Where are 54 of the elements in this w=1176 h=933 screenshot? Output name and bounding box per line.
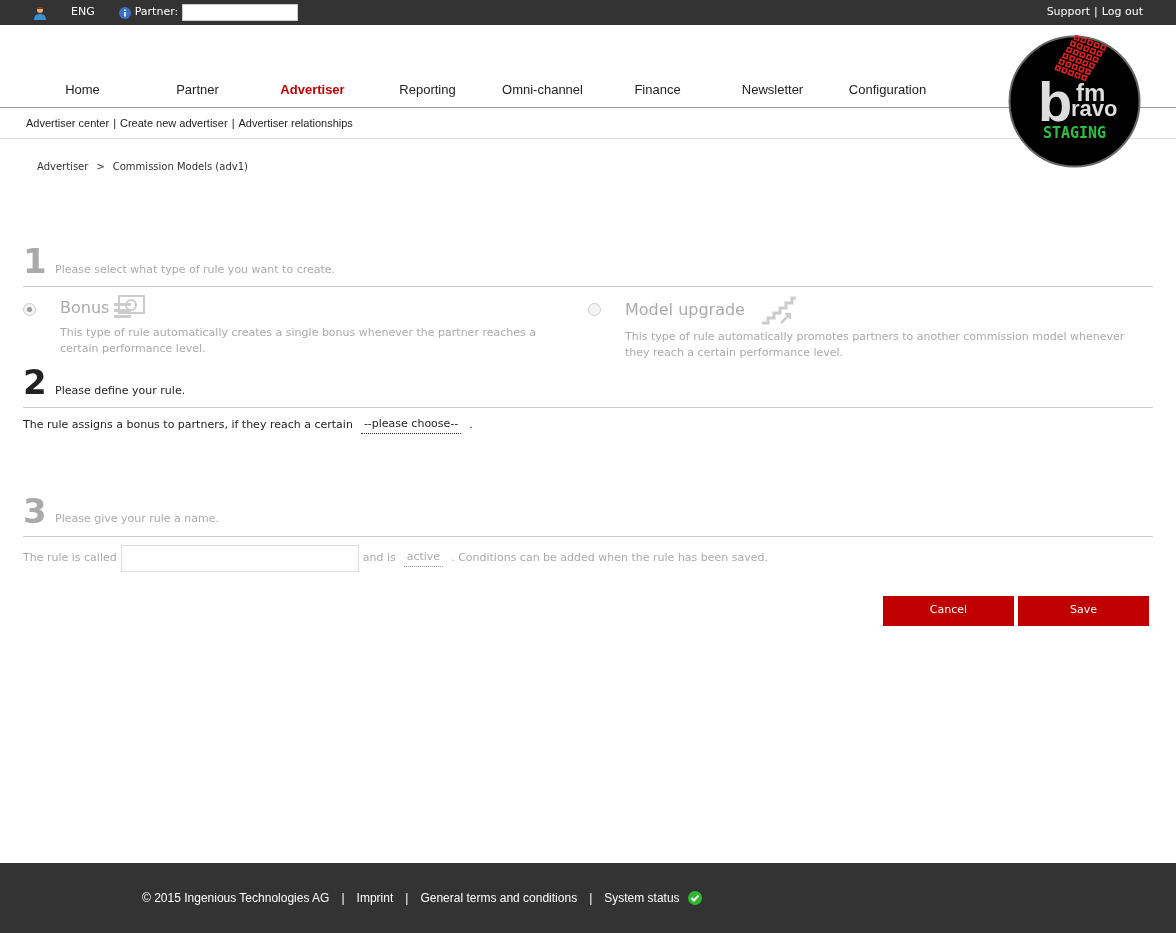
name-field[interactable] (120, 544, 359, 572)
partner-label: Partner: (134, 4, 179, 21)
stairs-icon (760, 295, 797, 325)
language-link[interactable]: ENG (71, 4, 95, 21)
separator: | (1094, 4, 1098, 21)
nav-tab[interactable]: Configuration (830, 79, 945, 107)
footer-link[interactable]: Imprint (356, 889, 394, 907)
step-number: 3 (23, 493, 48, 528)
step-title: Please select what type of rule you want to create. (55, 261, 336, 278)
step-title: Please give your rule a name. (55, 511, 219, 527)
step-title: Please define your rule. (55, 382, 186, 399)
separator: | (404, 890, 410, 907)
user-icon[interactable] (33, 5, 47, 20)
separator: | (231, 115, 235, 131)
nav-tab[interactable]: Finance (600, 79, 715, 107)
radio-button[interactable] (588, 303, 601, 316)
sentence-text: The rule assigns a bonus to partners, if they reach a certain (23, 416, 353, 433)
info-icon (118, 6, 131, 19)
sentence-text: The rule is called (23, 549, 117, 566)
top-link[interactable]: Support (1046, 4, 1091, 21)
option-description: This type of rule automatically creates a single bonus whenever the partner reaches a certain performance level. (60, 325, 537, 357)
sentence-text: . (469, 416, 473, 433)
nav-tab[interactable]: Home (25, 79, 140, 107)
radio-button[interactable] (23, 303, 36, 316)
nav-tab[interactable]: Advertiser (255, 79, 370, 107)
nav-tab[interactable]: Newsletter (715, 79, 830, 107)
separator: | (113, 115, 116, 131)
breadcrumb-item[interactable]: Advertiser (37, 159, 89, 174)
breadcrumb-item[interactable]: Commission Models (adv1) (112, 159, 248, 174)
separator: | (340, 890, 346, 907)
step-number: 1 (23, 244, 48, 278)
dropdown-link[interactable]: --please choose-- (360, 416, 462, 434)
separator: | (588, 890, 594, 907)
action-button[interactable]: Save (1018, 595, 1149, 626)
sentence-text: . Conditions can be added when the rule has been saved. (451, 549, 769, 566)
nav-tab[interactable]: Omni-channel (485, 79, 600, 107)
top-link[interactable]: Log out (1101, 4, 1143, 21)
step-number: 2 (23, 365, 48, 399)
footer-link[interactable]: System status (604, 889, 680, 907)
option-description: This type of rule automatically promotes partners to another commission model whenever they reach a certain performance level. (625, 329, 1126, 361)
sentence-text: and is (362, 549, 396, 566)
cash-icon (113, 295, 146, 321)
subnav-link[interactable]: Create new advertiser (120, 114, 228, 132)
footer-link[interactable]: General terms and conditions (420, 889, 578, 907)
partner-field[interactable] (182, 4, 299, 21)
nav-tab[interactable]: Partner (140, 79, 255, 107)
subnav-link[interactable]: Advertiser center (26, 114, 110, 132)
subnav-link[interactable]: Advertiser relationships (238, 114, 353, 132)
nav-tab[interactable]: Reporting (370, 79, 485, 107)
action-button[interactable]: Cancel (883, 595, 1014, 626)
breadcrumb-separator: > (96, 160, 105, 174)
option-title: Model upgrade (625, 299, 745, 321)
option-title: Bonus (60, 297, 110, 319)
copyright-text: © 2015 Ingenious Technologies AG (142, 890, 330, 907)
